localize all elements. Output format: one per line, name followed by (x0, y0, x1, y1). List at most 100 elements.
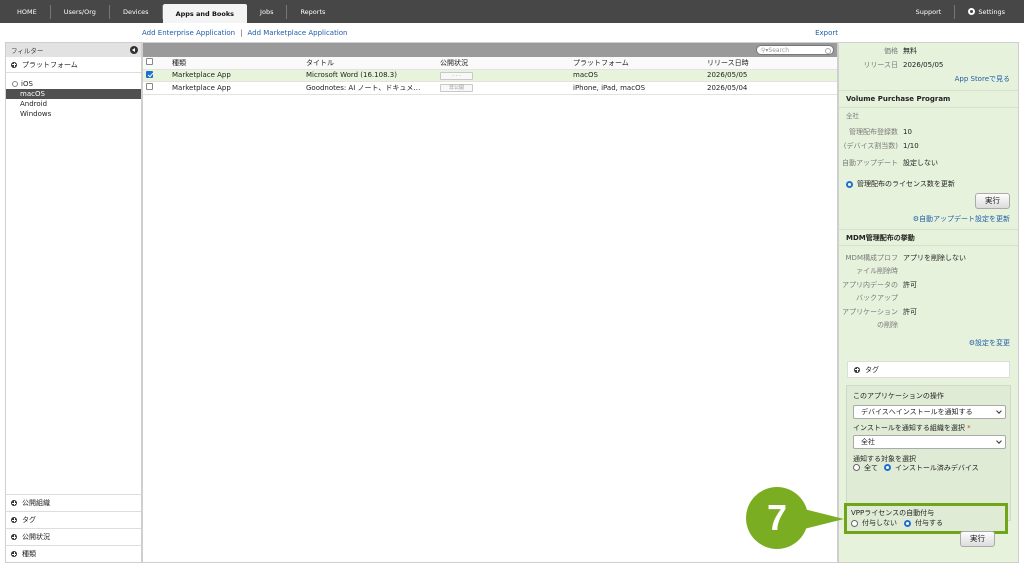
org-select-value: 全社 (861, 438, 875, 446)
table-row[interactable]: Marketplace App Microsoft Word (16.108.3… (143, 69, 837, 82)
nav-users-org[interactable]: Users/Org (51, 4, 110, 19)
run-button[interactable]: 実行 (975, 193, 1010, 209)
app-table: ⚲▾ Search 種類 タイトル 公開状況 プラットフォーム リリース日時 M… (142, 42, 838, 563)
row-checkbox[interactable] (146, 70, 153, 78)
backup-label-2: バックアップ (856, 294, 898, 302)
platform-list: iOS macOS Android Windows (6, 73, 141, 119)
plus-circle-icon (11, 517, 17, 523)
table-row[interactable]: Marketplace App Goodnotes: AI ノート、ドキュメント… (143, 82, 837, 95)
mdm-profile-label: MDM構成プロフ (845, 254, 898, 262)
filter-section-label: 公開組織 (22, 499, 50, 507)
app-delete-label: アプリケーション (842, 308, 898, 316)
required-mark: * (967, 424, 971, 432)
nav-apps-and-books[interactable]: Apps and Books (162, 4, 248, 23)
app-delete-row: アプリケーション の削除 許可 (839, 306, 1018, 332)
select-all-checkbox[interactable] (146, 58, 153, 66)
auto-update-link-label: 自動アップデート設定を更新 (919, 215, 1010, 223)
filter-section-platform[interactable]: プラットフォーム (6, 57, 141, 73)
chevron-down-icon (996, 438, 1002, 444)
vpp-assign-no-label[interactable]: 付与しない (862, 518, 897, 528)
tag-section[interactable]: タグ (847, 361, 1010, 378)
filter-section-label: タグ (22, 516, 36, 524)
auto-update-label: 自動アップデート (842, 159, 898, 167)
filter-header: フィルター (6, 43, 141, 57)
run-notify-button[interactable]: 実行 (960, 531, 995, 547)
callout-pointer (804, 509, 844, 529)
vpp-assign-yes-label[interactable]: 付与する (915, 518, 943, 528)
filter-bottom-sections: 公開組織 タグ 公開状況 種類 (6, 494, 141, 562)
filter-title: フィルター (11, 47, 44, 55)
filter-section-type[interactable]: 種類 (6, 545, 141, 562)
platform-item-windows[interactable]: Windows (6, 109, 141, 119)
radio-selected-icon[interactable] (884, 464, 891, 471)
radio-selected-icon[interactable] (904, 519, 911, 527)
device-alloc-value: 1/10 (903, 142, 919, 150)
plus-circle-icon (11, 61, 17, 68)
auto-update-value: 設定しない (903, 159, 938, 167)
target-installed-label[interactable]: インストール済みデバイス (895, 463, 979, 473)
platform-item-ios[interactable]: iOS (6, 79, 141, 89)
column-header-release-date[interactable]: リリース日時 (692, 58, 825, 68)
operations-title: このアプリケーションの操作 (853, 392, 944, 400)
nav-jobs[interactable]: Jobs (247, 4, 288, 19)
radio-icon[interactable] (851, 519, 858, 527)
radio-icon (12, 81, 18, 87)
cell-platform: macOS (573, 71, 598, 80)
plus-circle-icon (854, 366, 860, 373)
nav-reports[interactable]: Reports (287, 5, 338, 19)
backup-value: 許可 (903, 281, 917, 289)
org-select[interactable]: 全社 (853, 435, 1006, 449)
price-value: 無料 (903, 47, 917, 55)
app-delete-value: 許可 (903, 308, 917, 316)
mdm-section-title: MDM管理配布の挙動 (839, 230, 1018, 246)
tag-label: タグ (865, 365, 879, 374)
search-input[interactable]: ⚲▾ Search (756, 45, 834, 55)
price-label: 価格 (884, 47, 898, 55)
cell-title: Microsoft Word (16.108.3) (306, 71, 397, 80)
app-store-link[interactable]: App Storeで見る (839, 72, 1018, 86)
clear-icon[interactable] (825, 47, 831, 54)
filter-section-status[interactable]: 公開状況 (6, 528, 141, 545)
release-label: リリース日 (863, 61, 898, 69)
org-select-label-text: インストールを通知する組織を選択 (853, 424, 965, 432)
filter-section-tag[interactable]: タグ (6, 511, 141, 528)
action-links: Add Enterprise Application | Add Marketpla… (142, 29, 838, 39)
cell-type: Marketplace App (172, 71, 231, 80)
row-checkbox[interactable] (146, 83, 153, 91)
collapse-left-icon[interactable] (130, 46, 138, 54)
filter-section-org[interactable]: 公開組織 (6, 494, 141, 511)
column-header-title[interactable]: タイトル (291, 58, 425, 68)
export-link[interactable]: Export (815, 29, 838, 37)
mdm-profile-label-2: ァイル削除時 (856, 267, 898, 275)
nav-settings[interactable]: Settings (955, 5, 1018, 19)
add-marketplace-app-link[interactable]: Add Marketplace Application (247, 29, 347, 37)
table-toolbar: ⚲▾ Search (143, 43, 837, 57)
auto-update-settings-link[interactable]: ⚙自動アップデート設定を更新 (839, 211, 1018, 227)
cell-title: Goodnotes: AI ノート、ドキュメント… (306, 83, 425, 92)
operation-select-value: デバイスへインストールを通知する (861, 408, 973, 416)
column-header-platform[interactable]: プラットフォーム (558, 58, 692, 68)
chevron-down-icon (996, 408, 1002, 414)
vpp-section-title: Volume Purchase Program (839, 91, 1018, 108)
step-callout-badge: 7 (746, 487, 808, 549)
plus-circle-icon (11, 534, 17, 540)
column-header-type[interactable]: 種類 (157, 58, 291, 68)
nav-settings-label: Settings (978, 7, 1005, 16)
top-navigation: HOME Users/Org Devices Apps and Books Jo… (0, 0, 1024, 23)
change-settings-link[interactable]: ⚙設定を変更 (839, 336, 1018, 350)
auto-update-row: 自動アップデート 設定しない (839, 156, 1018, 170)
operation-select[interactable]: デバイスへインストールを通知する (853, 405, 1006, 419)
mdm-profile-value: アプリを削除しない (903, 254, 966, 262)
step-number: 7 (766, 497, 788, 538)
update-license-option[interactable]: 管理配布のライセンス数を更新 (839, 178, 1018, 190)
add-enterprise-app-link[interactable]: Add Enterprise Application (142, 29, 235, 37)
nav-devices[interactable]: Devices (110, 4, 163, 19)
nav-home[interactable]: HOME (4, 4, 51, 19)
cell-platform: iPhone, iPad, macOS (573, 83, 646, 92)
target-all-label[interactable]: 全て (864, 463, 878, 473)
platform-item-android[interactable]: Android (6, 99, 141, 109)
column-header-status[interactable]: 公開状況 (425, 58, 558, 68)
radio-icon[interactable] (853, 464, 860, 471)
platform-item-macos[interactable]: macOS (6, 89, 141, 99)
nav-support[interactable]: Support (903, 4, 956, 19)
